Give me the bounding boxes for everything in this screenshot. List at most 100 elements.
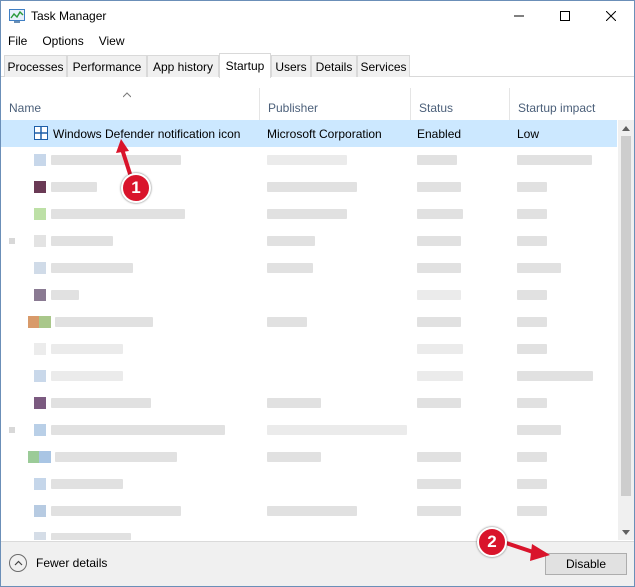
- blurred-text: [55, 317, 153, 327]
- table-row[interactable]: [1, 444, 617, 471]
- blurred-text: [517, 344, 547, 354]
- maximize-icon: [560, 11, 570, 21]
- table-row-selected[interactable]: Windows Defender notification icon Micro…: [1, 120, 617, 147]
- blurred-text: [517, 371, 593, 381]
- menu-options[interactable]: Options: [35, 32, 91, 52]
- table-row[interactable]: [1, 336, 617, 363]
- app-icon-blurred: [34, 478, 46, 490]
- menu-bar: File Options View: [1, 32, 133, 52]
- blurred-text: [417, 398, 461, 408]
- close-icon: [606, 11, 616, 21]
- column-status[interactable]: Status: [410, 88, 509, 120]
- blurred-text: [267, 452, 321, 462]
- blurred-text: [517, 506, 547, 516]
- blurred-text: [267, 236, 315, 246]
- row-publisher: Microsoft Corporation: [267, 127, 382, 141]
- table-row[interactable]: [1, 201, 617, 228]
- tab-startup[interactable]: Startup: [219, 53, 271, 78]
- table-row[interactable]: [1, 282, 617, 309]
- tab-details[interactable]: Details: [311, 55, 357, 77]
- blurred-text: [51, 371, 123, 381]
- table-row[interactable]: [1, 174, 617, 201]
- table-row[interactable]: [1, 417, 617, 444]
- app-icon-blurred: [34, 397, 46, 409]
- blurred-text: [51, 425, 225, 435]
- column-publisher[interactable]: Publisher: [259, 88, 410, 120]
- menu-file[interactable]: File: [1, 32, 35, 52]
- app-icon-blurred: [34, 532, 46, 540]
- close-button[interactable]: [588, 1, 634, 31]
- blurred-text: [417, 506, 461, 516]
- app-icon-blurred: [34, 505, 46, 517]
- tab-services[interactable]: Services: [357, 55, 410, 77]
- tab-users[interactable]: Users: [271, 55, 311, 77]
- menu-view[interactable]: View: [92, 32, 133, 52]
- annotation-badge-1: 1: [121, 173, 151, 203]
- blurred-text: [417, 290, 461, 300]
- vertical-scrollbar[interactable]: [618, 120, 634, 540]
- blurred-text: [417, 155, 457, 165]
- table-row[interactable]: [1, 309, 617, 336]
- table-row[interactable]: [1, 363, 617, 390]
- column-name[interactable]: Name: [1, 88, 259, 120]
- app-icon-blurred: [34, 289, 46, 301]
- blurred-text: [51, 290, 79, 300]
- tab-bar: Processes Performance App history Startu…: [1, 53, 634, 78]
- chevron-up-icon: [9, 554, 27, 572]
- blurred-text: [267, 209, 347, 219]
- scroll-up-icon: [622, 125, 630, 131]
- blurred-text: [417, 182, 461, 192]
- blurred-text: [51, 236, 113, 246]
- table-row[interactable]: [1, 390, 617, 417]
- app-icon-blurred: [9, 238, 15, 244]
- maximize-button[interactable]: [542, 1, 588, 31]
- blurred-text: [417, 371, 463, 381]
- minimize-button[interactable]: [496, 1, 542, 31]
- tab-performance[interactable]: Performance: [67, 55, 147, 77]
- app-icon-blurred: [34, 181, 46, 193]
- title-bar[interactable]: Task Manager: [1, 1, 634, 31]
- disable-button[interactable]: Disable: [545, 553, 627, 575]
- blurred-text: [267, 425, 407, 435]
- blurred-text: [51, 344, 123, 354]
- taskmanager-icon: [9, 9, 25, 23]
- window-title: Task Manager: [31, 9, 107, 23]
- table-row[interactable]: [1, 147, 617, 174]
- blurred-text: [417, 344, 463, 354]
- blurred-text: [267, 317, 307, 327]
- scroll-down-icon: [622, 529, 630, 535]
- blurred-text: [517, 236, 547, 246]
- blurred-text: [517, 155, 592, 165]
- table-row[interactable]: [1, 255, 617, 282]
- scroll-up-button[interactable]: [618, 120, 634, 136]
- tab-processes[interactable]: Processes: [4, 55, 67, 77]
- blurred-text: [517, 398, 547, 408]
- row-name: Windows Defender notification icon: [53, 127, 241, 141]
- blurred-text: [267, 398, 321, 408]
- startup-list: Windows Defender notification icon Micro…: [1, 120, 617, 540]
- column-startup-impact[interactable]: Startup impact: [509, 88, 617, 120]
- app-icon-blurred: [34, 343, 46, 355]
- row-impact: Low: [517, 127, 540, 141]
- table-row[interactable]: [1, 228, 617, 255]
- app-icon-blurred: [9, 427, 15, 433]
- table-row[interactable]: [1, 471, 617, 498]
- blurred-text: [267, 506, 357, 516]
- table-row[interactable]: [1, 498, 617, 525]
- blurred-text: [517, 317, 547, 327]
- app-icon-blurred: [34, 154, 46, 166]
- tab-app-history[interactable]: App history: [147, 55, 219, 77]
- blurred-text: [51, 182, 97, 192]
- app-icon-blurred: [34, 370, 46, 382]
- blurred-text: [51, 263, 133, 273]
- blurred-text: [517, 452, 547, 462]
- app-icon-blurred: [34, 235, 46, 247]
- scroll-down-button[interactable]: [618, 524, 634, 540]
- blurred-text: [517, 479, 547, 489]
- blurred-text: [417, 263, 461, 273]
- blurred-text: [417, 479, 461, 489]
- annotation-badge-2: 2: [477, 527, 507, 557]
- fewer-details-button[interactable]: Fewer details: [9, 554, 107, 572]
- scroll-thumb[interactable]: [621, 136, 631, 496]
- blurred-text: [517, 425, 561, 435]
